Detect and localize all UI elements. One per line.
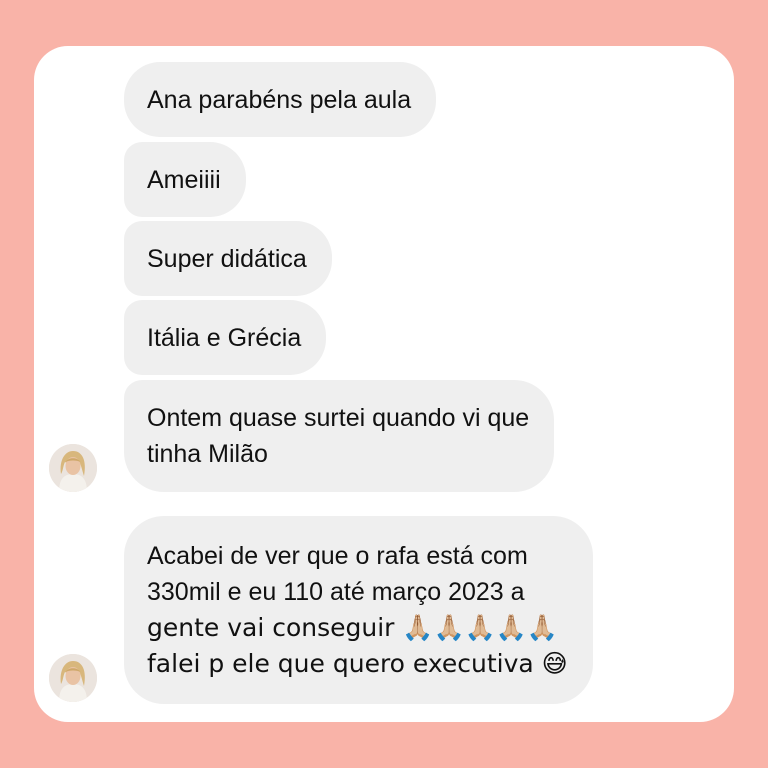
sender-avatar[interactable] (49, 444, 97, 492)
message-text-line: tinha Milão (147, 440, 268, 468)
message-text: Ana parabéns pela aula (147, 85, 412, 114)
message-text-line: falei p ele que quero executiva 😅 (147, 649, 568, 678)
message-text-line: gente vai conseguir 🙏🏼🙏🏼🙏🏼🙏🏼🙏🏼 (147, 613, 559, 642)
message-text: Itália e Grécia (147, 323, 302, 352)
sender-avatar[interactable] (49, 654, 97, 702)
chat-panel: Ana parabéns pela aula Ameiiii Super did… (34, 46, 734, 722)
message-bubble[interactable]: Acabei de ver que o rafa está com 330mil… (124, 516, 593, 704)
message-text: Ameiiii (147, 165, 221, 194)
message-text: Super didática (147, 244, 307, 273)
message-text-line: Acabei de ver que o rafa está com (147, 542, 528, 570)
avatar-woman-icon (49, 444, 97, 492)
message-bubble[interactable]: Ameiiii (124, 142, 246, 217)
message-text-line: Ontem quase surtei quando vi que (147, 404, 530, 432)
message-bubble[interactable]: Ana parabéns pela aula (124, 62, 437, 137)
message-bubble[interactable]: Ontem quase surtei quando vi que tinha M… (124, 380, 555, 492)
message-bubble[interactable]: Super didática (124, 221, 332, 296)
avatar-woman-icon (49, 654, 97, 702)
message-bubble[interactable]: Itália e Grécia (124, 300, 327, 375)
message-text-line: 330mil e eu 110 até março 2023 a (147, 578, 525, 606)
